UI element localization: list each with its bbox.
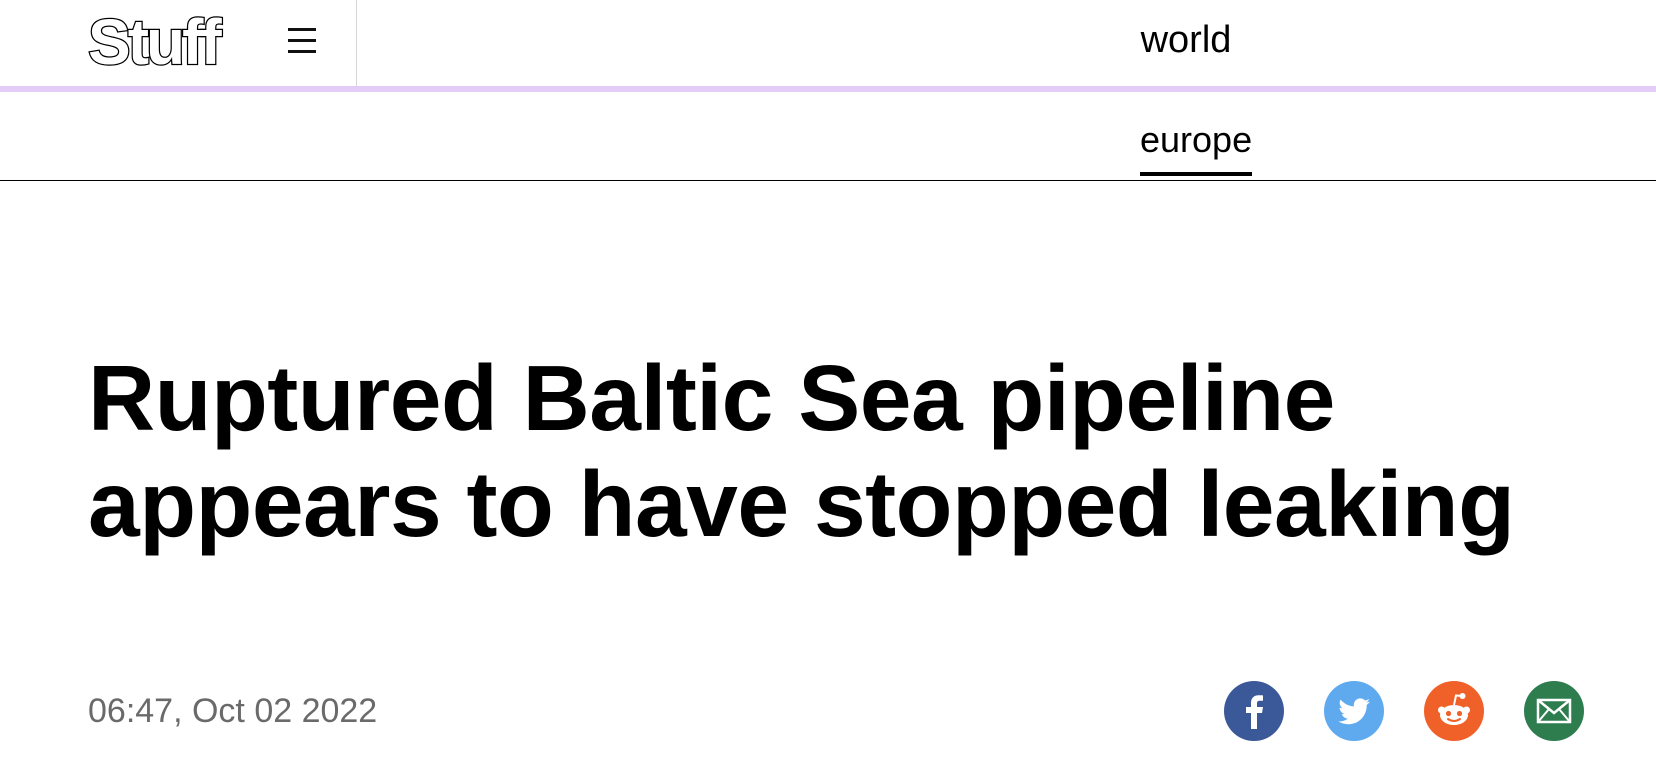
logo-area: Stuff bbox=[0, 0, 357, 86]
share-reddit-button[interactable] bbox=[1424, 681, 1484, 741]
share-email-button[interactable] bbox=[1524, 681, 1584, 741]
share-facebook-button[interactable] bbox=[1224, 681, 1284, 741]
stuff-logo[interactable]: Stuff bbox=[87, 5, 223, 80]
subnav-item-europe[interactable]: europe bbox=[1140, 118, 1253, 176]
reddit-icon bbox=[1424, 681, 1484, 741]
article-timestamp: 06:47, Oct 02 2022 bbox=[88, 692, 378, 730]
article-headline: Ruptured Baltic Sea pipeline appears to … bbox=[88, 346, 1515, 556]
site-header: Stuff world bbox=[0, 0, 1656, 86]
hamburger-menu-icon[interactable] bbox=[286, 26, 318, 56]
section-subnav: europe bbox=[0, 92, 1656, 181]
twitter-icon bbox=[1324, 681, 1384, 741]
share-twitter-button[interactable] bbox=[1324, 681, 1384, 741]
email-icon bbox=[1524, 681, 1584, 741]
section-title-world[interactable]: world bbox=[1100, 14, 1272, 66]
facebook-icon bbox=[1224, 681, 1284, 741]
